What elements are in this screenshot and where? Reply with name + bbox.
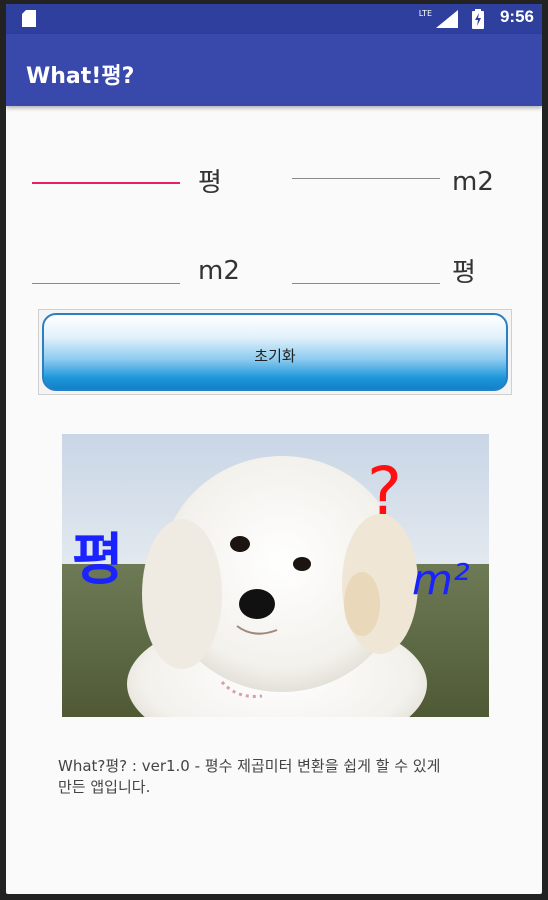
dog-left-eye — [230, 536, 250, 552]
dog-left-ear — [142, 519, 222, 669]
m2-input[interactable] — [32, 244, 180, 284]
network-type-label: LTE — [418, 9, 432, 18]
m2-result-underline — [292, 178, 440, 179]
pyeong-input-underline — [32, 182, 180, 184]
dog-photo: 평 ? m² — [62, 434, 489, 717]
row2-left-unit-label: m2 — [198, 256, 240, 286]
app-description: What?평? : ver1.0 - 평수 제곱미터 변환을 쉽게 할 수 있게… — [58, 757, 441, 796]
battery-charging-icon — [472, 9, 484, 29]
pyeong-input[interactable] — [32, 144, 180, 184]
pyeong-result-underline — [292, 283, 440, 284]
handwritten-pyeong: 평 — [72, 528, 124, 593]
status-bar: LTE 9:56 — [6, 4, 542, 34]
m2-input-underline — [32, 283, 180, 284]
dog-illustration: 평 ? m² — [62, 434, 489, 717]
reset-button-label: 초기화 — [254, 347, 296, 365]
handwritten-question-mark: ? — [367, 453, 402, 530]
app-window: LTE 9:56 What!평? 평 m2 m2 평 초기화 평 ? m² Wh… — [6, 4, 542, 894]
dog-ear-tint — [344, 572, 380, 636]
reset-button[interactable]: 초기화 — [38, 309, 512, 395]
m2-result-field[interactable] — [292, 139, 440, 179]
status-clock: 9:56 — [499, 7, 534, 26]
row2-right-unit-label: 평 — [452, 258, 476, 288]
handwritten-m2: m² — [412, 555, 470, 604]
dog-nose — [239, 589, 275, 619]
reset-button-face[interactable]: 초기화 — [42, 313, 508, 391]
signal-icon — [436, 10, 458, 28]
sd-card-icon — [22, 10, 36, 27]
pyeong-result-field[interactable] — [292, 244, 440, 284]
app-title: What!평? — [26, 64, 135, 89]
row1-right-unit-label: m2 — [452, 167, 494, 197]
dog-right-eye — [293, 557, 311, 571]
app-bar: What!평? — [6, 34, 542, 106]
row1-left-unit-label: 평 — [198, 168, 222, 198]
